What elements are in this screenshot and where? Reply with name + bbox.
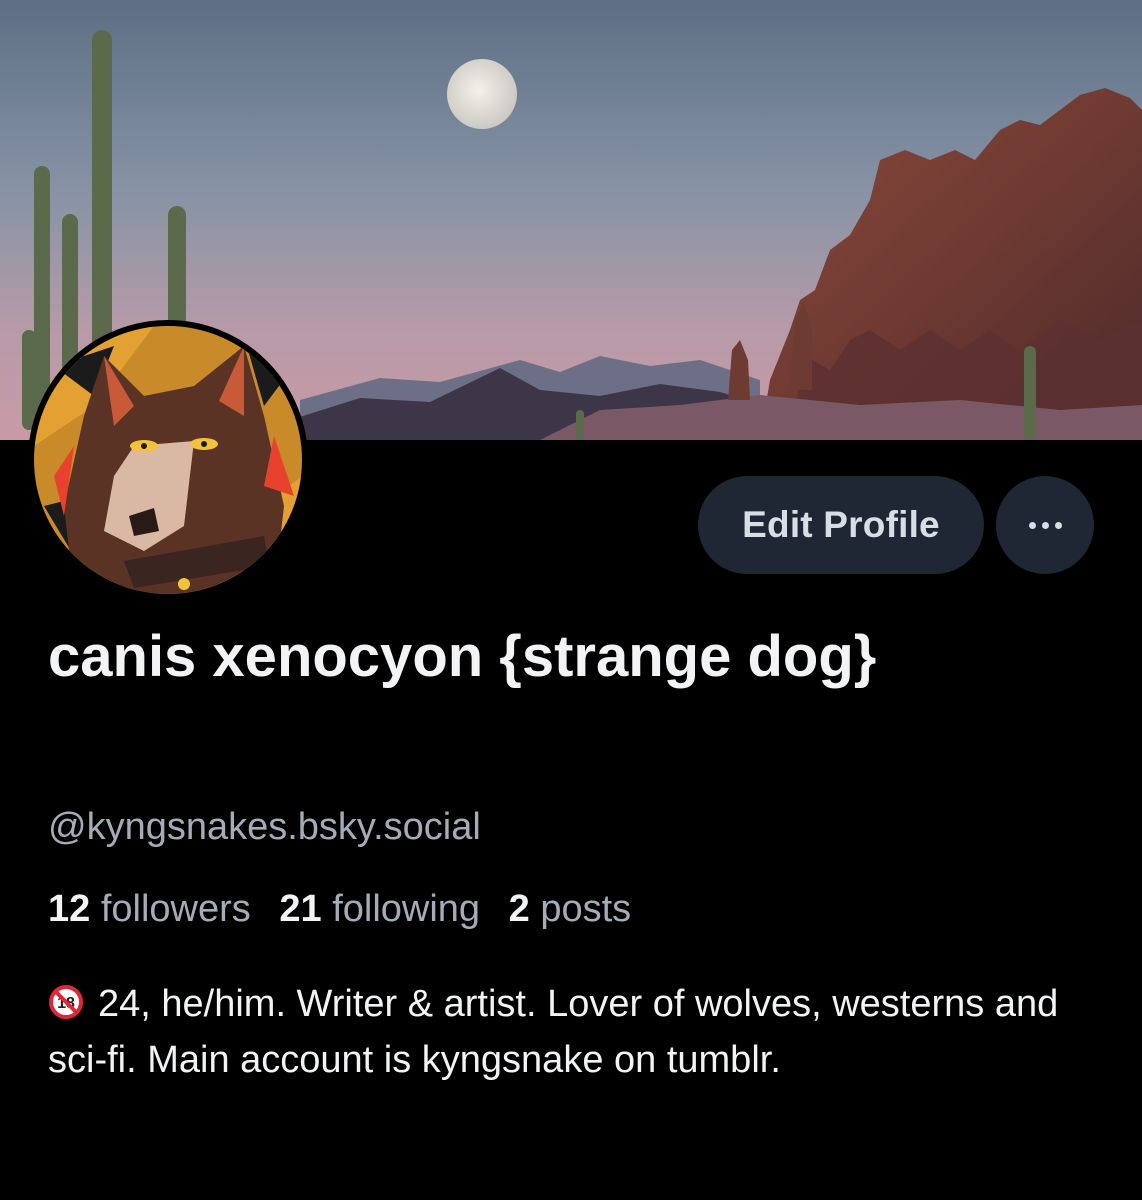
no-under-18-icon: 18 [48, 982, 84, 1034]
posts-count: 2 [508, 888, 530, 930]
posts-label: posts [540, 888, 632, 930]
followers-count: 12 [48, 888, 91, 930]
avatar[interactable] [28, 320, 308, 600]
bio-text: 24, he/him. Writer & artist. Lover of wo… [48, 983, 1059, 1081]
edit-profile-button[interactable]: Edit Profile [698, 476, 984, 574]
following-count: 21 [279, 888, 322, 930]
profile-stats: 12 followers 21 following 2 posts [48, 884, 649, 934]
profile-handle: @kyngsnakes.bsky.social [48, 806, 481, 848]
followers-label: followers [100, 888, 251, 930]
following-stat[interactable]: 21 following [279, 884, 480, 934]
following-label: following [332, 888, 481, 930]
display-name: canis xenocyon {strange dog} [48, 624, 877, 689]
profile-bio: 18 24, he/him. Writer & artist. Lover of… [48, 978, 1108, 1086]
more-options-icon [1028, 521, 1062, 529]
wolf-avatar-illustration [34, 326, 302, 594]
more-options-button[interactable] [996, 476, 1094, 574]
posts-stat: 2 posts [509, 884, 632, 934]
followers-stat[interactable]: 12 followers [48, 884, 251, 934]
